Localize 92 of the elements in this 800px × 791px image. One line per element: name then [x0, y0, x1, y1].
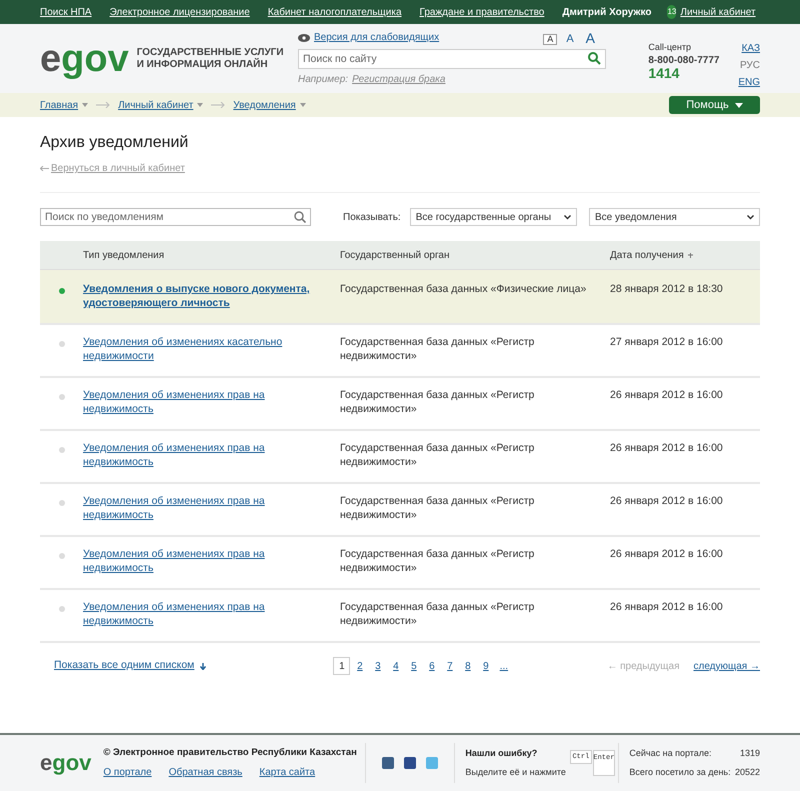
column-header: Государственный орган — [340, 248, 451, 262]
page-link[interactable]: 4 — [387, 657, 404, 675]
error-hint: Выделите её и нажмите — [465, 766, 566, 779]
filter-select[interactable]: Все государственные органы — [410, 208, 577, 226]
caret-icon — [82, 103, 88, 107]
error-title: Нашли ошибку? — [465, 747, 538, 760]
caret-icon — [734, 102, 743, 108]
page-link[interactable]: 8 — [459, 657, 476, 675]
language-link[interactable]: РУС — [740, 58, 760, 73]
notification-link[interactable]: Уведомления об изменениях прав на недвижимость — [83, 441, 340, 469]
language-link[interactable]: КАЗ — [742, 41, 760, 56]
agency-cell-text: Государственная база данных «Физические лица» — [340, 282, 588, 296]
page-link[interactable]: 9 — [477, 657, 494, 675]
chevron-down-icon — [747, 214, 754, 220]
tagline: И ИНФОРМАЦИЯ ОНЛАЙН — [136, 58, 269, 70]
caret-icon — [197, 103, 204, 107]
column-header[interactable]: Дата получения — [610, 248, 693, 262]
breadcrumb-link[interactable]: Личный кабинет — [118, 98, 194, 112]
page-link[interactable]: 3 — [369, 657, 386, 675]
search-icon[interactable] — [588, 52, 601, 65]
search-icon[interactable] — [294, 211, 306, 223]
show-label: Показывать: — [343, 210, 401, 224]
date-cell: 26 января 2012 в 16:00 — [610, 494, 723, 508]
page-link[interactable]: 5 — [405, 657, 422, 675]
language-link[interactable]: ENG — [738, 75, 760, 90]
agency-cell-text: Государственная база данных «Регистр недвижимости» — [340, 335, 536, 363]
arrow-left-icon — [40, 166, 49, 171]
phone-number: 8-800-080-7777 — [648, 54, 720, 67]
agency-cell-text: Государственная база данных «Регистр недвижимости» — [340, 547, 536, 575]
site-search-field[interactable]: Поиск по сайту — [298, 49, 606, 69]
agency-cell-text: Государственная база данных «Регистр недвижимости» — [340, 600, 536, 628]
font-size-button[interactable]: A — [582, 30, 598, 44]
top-nav-link[interactable]: Электронное лицензирование — [110, 4, 250, 20]
date-cell: 26 января 2012 в 16:00 — [610, 600, 723, 614]
page-link[interactable]: 7 — [441, 657, 458, 675]
arrow-icon — [211, 102, 226, 108]
notification-link[interactable]: Уведомления об изменениях прав на недвижимость — [83, 388, 340, 416]
arrow-icon — [96, 102, 110, 108]
chevron-down-icon — [564, 214, 571, 220]
stat-label: Всего посетило за день: — [629, 766, 731, 779]
page-title: Архив уведомлений — [40, 133, 190, 153]
page-link[interactable]: ... — [495, 657, 512, 675]
caret-icon — [300, 103, 306, 107]
stat-value: 1319 — [740, 747, 760, 760]
date-cell: 27 января 2012 в 16:00 — [610, 335, 723, 349]
notification-link[interactable]: Уведомления об изменениях прав на недвижимость — [83, 547, 340, 575]
agency-cell-text: Государственная база данных «Регистр недвижимости» — [340, 441, 536, 469]
accessibility-link[interactable]: Версия для слабовидящих — [314, 30, 440, 45]
notification-count: 13 — [667, 5, 676, 19]
stat-label: Сейчас на портале: — [629, 747, 712, 760]
notification-search-field[interactable]: Поиск по уведомлениям — [40, 208, 311, 226]
top-nav-link[interactable]: Поиск НПА — [40, 4, 92, 20]
page-link[interactable]: 1 — [333, 657, 350, 675]
tagline: ГОСУДАРСТВЕННЫЕ УСЛУГИ — [136, 46, 284, 58]
font-size-button[interactable]: A — [563, 34, 577, 44]
filter-select[interactable]: Все уведомления — [589, 208, 760, 226]
egov-logo[interactable]: egov — [40, 40, 129, 78]
user-name: Дмитрий Хоружко — [562, 6, 652, 20]
arrow-down-icon — [200, 662, 206, 670]
short-number: 1414 — [648, 67, 680, 80]
example-label: Например: — [298, 73, 348, 87]
stat-value: 20522 — [734, 766, 760, 778]
next-link[interactable]: следующая → — [694, 658, 760, 674]
notification-link[interactable]: Уведомления о выпуске нового документа, удостоверяющего личность — [83, 282, 340, 310]
notification-link[interactable]: Уведомления об изменениях прав на недвижимость — [83, 494, 340, 522]
agency-cell-text: Государственная база данных «Регистр недвижимости» — [340, 494, 536, 522]
copyright-text: © Электронное правительство Республики Казахстан — [103, 746, 358, 760]
breadcrumb-link[interactable]: Уведомления — [233, 98, 296, 112]
sort-icon — [688, 252, 693, 258]
top-nav-link[interactable]: Граждане и правительство — [420, 4, 544, 20]
page-link[interactable]: 6 — [423, 657, 440, 675]
date-cell: 26 января 2012 в 16:00 — [610, 547, 723, 561]
date-cell: 28 января 2012 в 18:30 — [610, 282, 723, 296]
breadcrumb-link[interactable]: Главная — [40, 98, 78, 112]
notification-link[interactable]: Уведомления об изменениях касательно недвижимости — [83, 335, 340, 363]
date-cell: 26 января 2012 в 16:00 — [610, 441, 723, 455]
font-size-button[interactable]: A — [543, 34, 558, 44]
show-all-link[interactable]: Показать все одним списком — [54, 658, 194, 674]
column-header: Тип уведомления — [83, 248, 166, 262]
help-button[interactable]: Помощь — [669, 96, 760, 114]
date-cell: 26 января 2012 в 16:00 — [610, 388, 723, 402]
call-center-label: Call-центр — [648, 41, 692, 54]
agency-cell-text: Государственная база данных «Регистр недвижимости» — [340, 388, 536, 416]
eye-icon — [298, 34, 310, 42]
footer-link[interactable]: О портале — [103, 764, 152, 780]
notification-link[interactable]: Уведомления об изменениях прав на недвижимость — [83, 600, 340, 628]
page-link[interactable]: 2 — [351, 657, 368, 675]
top-nav-link[interactable]: Кабинет налогоплательщика — [268, 4, 402, 20]
footer-link[interactable]: Карта сайта — [259, 764, 316, 780]
cabinet-link[interactable]: Личный кабинет — [680, 4, 756, 20]
egov-logo[interactable]: egov — [40, 752, 92, 774]
footer-link[interactable]: Обратная связь — [168, 764, 242, 780]
